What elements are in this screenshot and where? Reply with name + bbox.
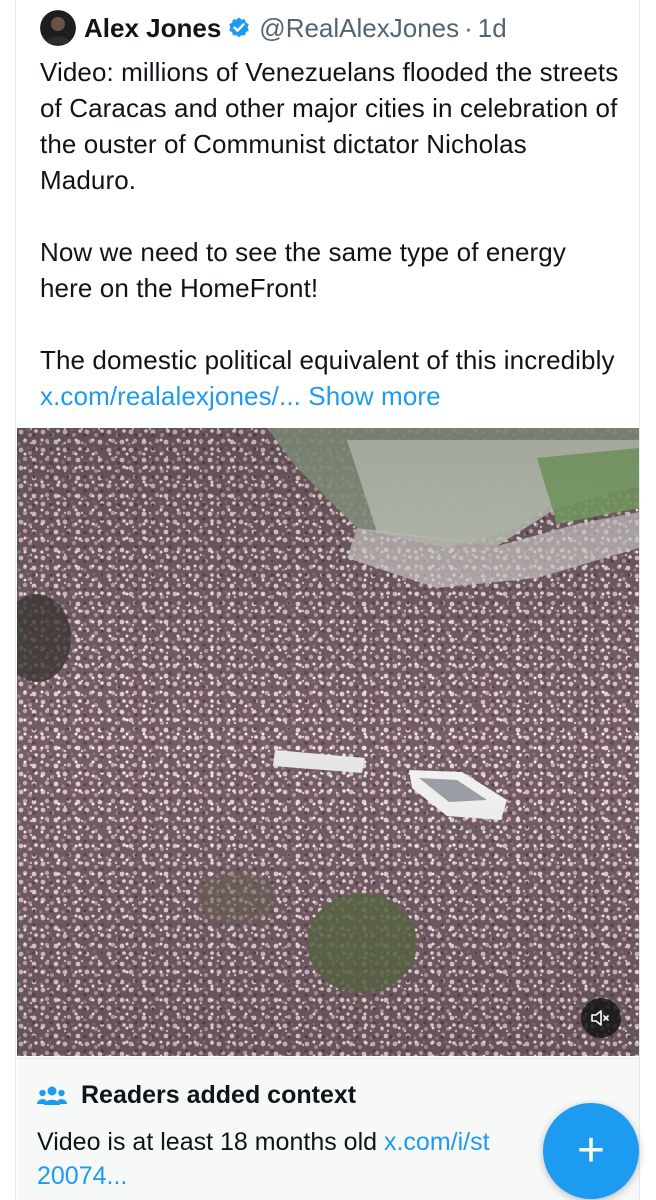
- context-body: Video is at least 18 months old: [37, 1128, 384, 1156]
- right-divider: [639, 0, 640, 1200]
- speaker-muted-icon: [591, 1010, 609, 1026]
- context-title: Readers added context: [81, 1081, 357, 1109]
- show-more-link[interactable]: Show more: [308, 381, 440, 411]
- paragraph-3: The domestic political equivalent of thi…: [40, 342, 625, 414]
- author-name[interactable]: Alex Jones: [84, 13, 221, 44]
- context-link[interactable]: x.com/i/st: [384, 1128, 490, 1156]
- people-group-icon: [37, 1086, 67, 1105]
- context-text: Video is at least 18 months old x.com/i/…: [37, 1125, 557, 1193]
- compose-post-button[interactable]: +: [543, 1103, 639, 1199]
- author-handle[interactable]: @RealAlexJones: [259, 13, 459, 44]
- paragraph-3-text: The domestic political equivalent of thi…: [40, 345, 615, 375]
- post-time[interactable]: 1d: [478, 13, 507, 44]
- context-header: Readers added context: [37, 1081, 356, 1110]
- video-player[interactable]: [17, 428, 639, 1056]
- video-frame: [17, 428, 639, 1056]
- context-link-continued[interactable]: 20074...: [37, 1162, 127, 1190]
- left-divider: [15, 0, 16, 1200]
- paragraph-1: Video: millions of Venezuelans flooded t…: [40, 57, 619, 195]
- readers-added-context: Readers added context Video is at least …: [17, 1058, 639, 1200]
- tweet-page: Alex Jones @RealAlexJones · 1d Video: mi…: [0, 0, 656, 1200]
- separator: ·: [464, 12, 473, 43]
- truncated-link[interactable]: x.com/realalexjones/...: [40, 381, 301, 411]
- paragraph-2: Now we need to see the same type of ener…: [40, 237, 566, 303]
- tweet-header: Alex Jones @RealAlexJones · 1d: [40, 8, 507, 48]
- mute-toggle-button[interactable]: [581, 998, 621, 1038]
- avatar[interactable]: [40, 10, 76, 46]
- tweet-text: Video: millions of Venezuelans flooded t…: [40, 54, 625, 414]
- verified-badge-icon: [227, 16, 251, 40]
